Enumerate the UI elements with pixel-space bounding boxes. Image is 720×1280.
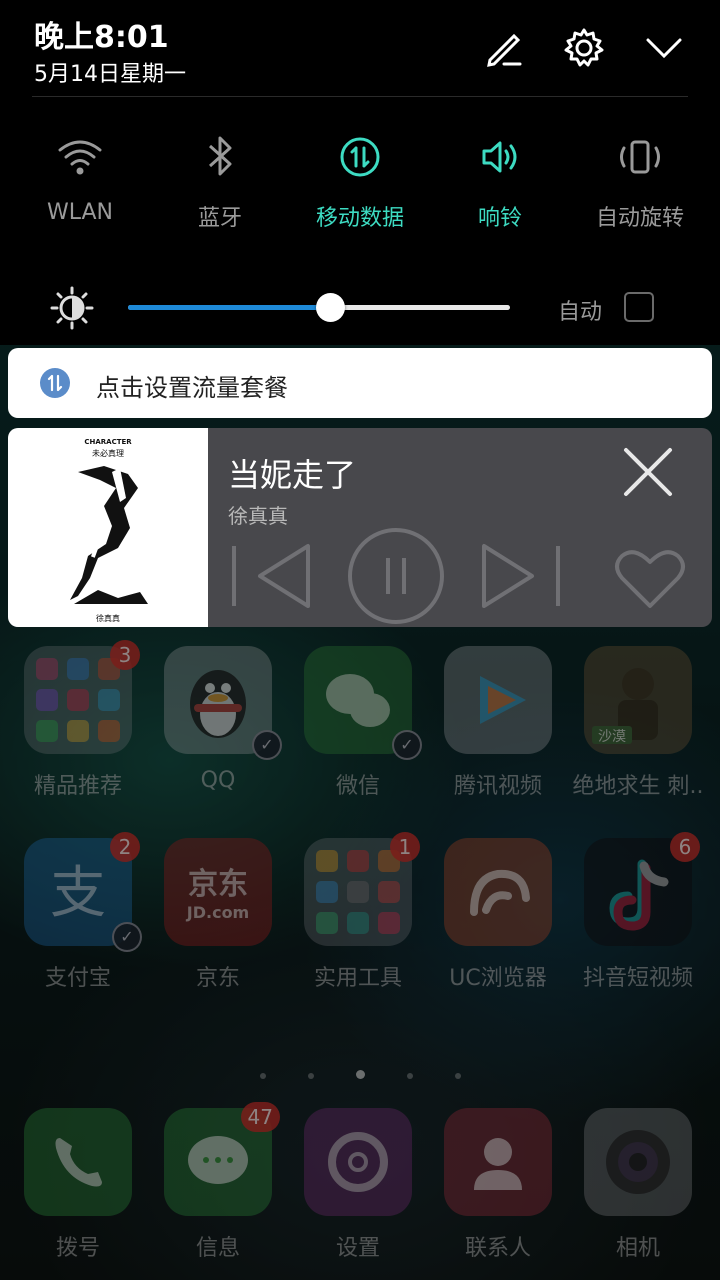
- close-icon[interactable]: [618, 442, 678, 502]
- mobile-data-notification-icon: [40, 368, 70, 398]
- toggle-mobile-data[interactable]: 移动数据: [290, 130, 430, 232]
- favorite-heart-icon[interactable]: [612, 544, 688, 612]
- toggle-label: 响铃: [477, 206, 522, 231]
- brightness-icon: [48, 284, 96, 332]
- data-plan-text: 点击设置流量套餐: [96, 374, 288, 402]
- toggle-ringer[interactable]: 响铃: [430, 130, 570, 232]
- settings-icon[interactable]: [560, 24, 608, 72]
- auto-brightness-checkbox[interactable]: [624, 292, 654, 322]
- data-plan-notification[interactable]: 点击设置流量套餐: [8, 348, 712, 418]
- toggle-label: WLAN: [46, 200, 114, 225]
- auto-rotate-icon: [610, 130, 670, 186]
- artist-name: 徐真真: [228, 504, 288, 528]
- music-player-notification[interactable]: CHARACTER 未必真理 徐真真 当妮走了 徐真真: [8, 428, 712, 627]
- mobile-data-icon: [330, 130, 390, 186]
- previous-track-icon[interactable]: [228, 540, 314, 612]
- toggle-bluetooth[interactable]: 蓝牙: [150, 130, 290, 232]
- song-title: 当妮走了: [228, 456, 357, 494]
- quick-settings-panel: 晚上8:01 5月14日星期一 WLAN 蓝牙 移动数据 响铃 自动旋转 自动: [0, 0, 720, 345]
- toggle-label: 自动旋转: [595, 206, 684, 231]
- next-track-icon[interactable]: [478, 540, 564, 612]
- brightness-slider-fill: [128, 305, 331, 310]
- ringer-icon: [470, 130, 530, 186]
- toggle-label: 移动数据: [315, 206, 404, 231]
- wifi-icon: [50, 130, 110, 186]
- album-art-caption: CHARACTER: [84, 438, 132, 446]
- toggle-auto-rotate[interactable]: 自动旋转: [570, 130, 710, 232]
- clock-date: 5月14日星期一: [34, 62, 186, 87]
- auto-brightness-label: 自动: [558, 300, 603, 325]
- edit-icon[interactable]: [480, 24, 528, 72]
- album-art: CHARACTER 未必真理 徐真真: [8, 428, 208, 627]
- brightness-slider-thumb[interactable]: [316, 293, 346, 322]
- clock-time: 晚上8:01: [34, 20, 169, 55]
- toggle-wlan[interactable]: WLAN: [10, 130, 150, 225]
- album-art-subtitle: 未必真理: [92, 448, 124, 458]
- header-divider: [32, 96, 688, 97]
- toggle-label: 蓝牙: [197, 206, 242, 231]
- brightness-slider[interactable]: [128, 293, 510, 322]
- pause-icon[interactable]: [346, 526, 446, 626]
- album-art-artist: 徐真真: [96, 613, 120, 623]
- collapse-chevron-icon[interactable]: [640, 24, 688, 72]
- bluetooth-icon: [190, 130, 250, 186]
